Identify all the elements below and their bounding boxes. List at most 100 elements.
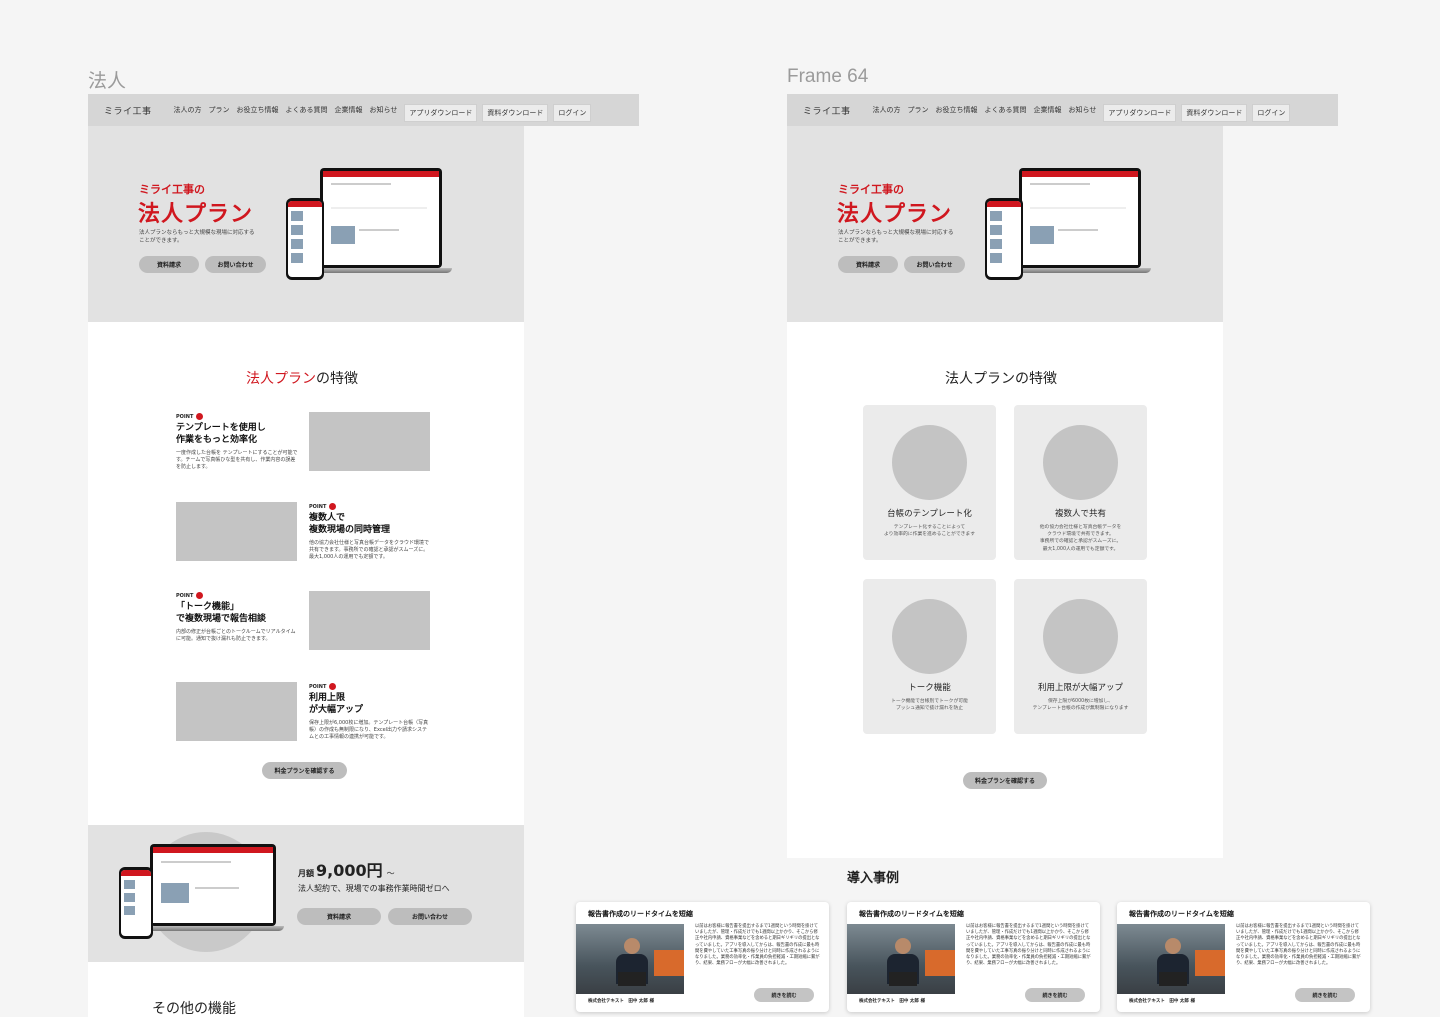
features-heading: 法人プランの特徴	[246, 371, 358, 387]
read-more-button[interactable]: 続きを読む	[1295, 988, 1355, 1002]
feature-card-title: 複数人で共有	[1054, 509, 1106, 519]
case-company: 株式会社テキスト 田中 太郎 様	[588, 999, 654, 1004]
feature-card-title: トーク機能	[908, 683, 951, 693]
other-features-heading: その他の機能	[152, 1001, 236, 1017]
brand-logo-2[interactable]: ミライ工事	[803, 104, 851, 117]
point-desc-limit: 保存上限が6,000枚に増加。テンプレート台帳（写真帳）の作成も無制限になり、E…	[309, 720, 429, 740]
app-download-button[interactable]: アプリダウンロード	[404, 104, 478, 122]
feature-image-placeholder	[1043, 425, 1118, 500]
point-desc-multi: 他の協力会社仕様と写真台帳データをクラウド環境で共有できます。事務所での確認と承…	[309, 540, 430, 560]
case-company: 株式会社テキスト 田中 太郎 様	[1129, 999, 1195, 1004]
point-label-3: POINT	[176, 592, 204, 599]
case-title: 報告書作成のリードタイムを短縮	[588, 910, 693, 918]
hero-description-2: 法人プランならもっと大規模な現場に対応することができます。	[838, 230, 954, 245]
nav-item-company[interactable]: 企業情報	[335, 105, 363, 115]
hero-subtitle-2: ミライ工事の	[838, 183, 904, 196]
login-button-2[interactable]: ログイン	[1252, 104, 1291, 122]
phone-mockup-small	[119, 867, 153, 939]
point-image-placeholder-1	[309, 412, 430, 471]
nav-item-plan-2[interactable]: プラン	[908, 105, 929, 115]
nav-item-faq-2[interactable]: よくある質問	[985, 105, 1027, 115]
hero-description: 法人プランならもっと大規模な現場に対応することができます。	[139, 230, 255, 245]
feature-image-placeholder	[892, 425, 967, 500]
read-more-button[interactable]: 続きを読む	[754, 988, 814, 1002]
check-pricing-button[interactable]: 料金プランを確認する	[262, 762, 347, 779]
price-line: 月額 9,000円 ～	[298, 857, 395, 881]
point-title-template: テンプレートを使用し 作業をもっと効率化	[176, 423, 266, 445]
feature-card-desc: 保存上限が6000枚に増加し、 テンプレート台帳の作成が無制限になります	[1032, 699, 1129, 712]
nav-item-news[interactable]: お知らせ	[370, 105, 398, 115]
phone-mockup-2	[985, 198, 1023, 280]
feature-card-desc: トーク機能で台帳別でトークが可能 プッシュ通知で抜け漏れを防止	[891, 699, 968, 712]
nav-item-faq[interactable]: よくある質問	[286, 105, 328, 115]
case-title: 報告書作成のリードタイムを短縮	[1129, 910, 1234, 918]
nav-item-corporate-2[interactable]: 法人の方	[873, 105, 901, 115]
feature-card-limit[interactable]: 利用上限が大幅アップ 保存上限が6000枚に増加し、 テンプレート台帳の作成が無…	[1014, 579, 1147, 734]
price-amount: 9,000円	[316, 861, 383, 880]
point-image-placeholder-4	[176, 682, 297, 741]
features-heading-2: 法人プランの特徴	[945, 371, 1057, 387]
case-text: 以前はお客様に報告書を提出するまで1週間という時間を掛けていましたが、管理・作成…	[695, 924, 820, 967]
app-download-button-2[interactable]: アプリダウンロード	[1103, 104, 1177, 122]
hero-section-2: ミライ工事の 法人プラン 法人プランならもっと大規模な現場に対応することができま…	[787, 126, 1223, 322]
contact-button[interactable]: お問い合わせ	[205, 256, 266, 273]
case-card[interactable]: 報告書作成のリードタイムを短縮 以前はお客様に報告書を提出するまで1週間という時…	[847, 902, 1100, 1012]
login-button[interactable]: ログイン	[553, 104, 592, 122]
navbar: ミライ工事 法人の方 プラン お役立ち情報 よくある質問 企業情報 お知らせ ア…	[88, 94, 639, 126]
point-desc-talk: 内部の修正が台帳ごとのトークルームでリアルタイムに可能。通知で抜け漏れも防止でき…	[176, 629, 296, 642]
case-text: 以前はお客様に報告書を提出するまで1週間という時間を掛けていましたが、管理・作成…	[966, 924, 1091, 967]
point-label-1: POINT	[176, 413, 204, 420]
case-photo	[576, 924, 684, 994]
check-pricing-button-2[interactable]: 料金プランを確認する	[963, 772, 1047, 789]
point-label-2: POINT	[309, 503, 337, 510]
feature-card-desc: テンプレート化することによって より効率的に作業を進めることができます	[883, 525, 976, 538]
read-more-button[interactable]: 続きを読む	[1025, 988, 1085, 1002]
frame-label-left: 法人	[88, 71, 127, 92]
point-title-multi: 複数人で 複数現場の同時管理	[309, 513, 391, 535]
page-body: ミライ工事の 法人プラン 法人プランならもっと大規模な現場に対応することができま…	[88, 126, 524, 1017]
nav-item-useful-info[interactable]: お役立ち情報	[237, 105, 279, 115]
case-text: 以前はお客様に報告書を提出するまで1週間という時間を掛けていましたが、管理・作成…	[1236, 924, 1361, 967]
feature-image-placeholder	[892, 599, 967, 674]
hero-section: ミライ工事の 法人プラン 法人プランならもっと大規模な現場に対応することができま…	[88, 126, 524, 322]
navbar-2: ミライ工事 法人の方 プラン お役立ち情報 よくある質問 企業情報 お知らせ ア…	[787, 94, 1338, 126]
case-company: 株式会社テキスト 田中 太郎 様	[859, 999, 925, 1004]
phone-mockup	[286, 198, 324, 280]
price-suffix: ～	[386, 869, 395, 878]
price-description: 法人契約で、現場での事務作業時間ゼロへ	[298, 884, 450, 893]
point-image-placeholder-2	[176, 502, 297, 561]
brand-logo[interactable]: ミライ工事	[104, 104, 152, 117]
page-body-2: ミライ工事の 法人プラン 法人プランならもっと大規模な現場に対応することができま…	[787, 126, 1223, 1017]
point-title-talk: 「トーク機能」 で複数現場で報告相談	[176, 602, 267, 624]
feature-card-title: 台帳のテンプレート化	[887, 509, 972, 519]
case-card[interactable]: 報告書作成のリードタイムを短縮 以前はお客様に報告書を提出するまで1週間という時…	[576, 902, 829, 1012]
frame-label-right: Frame 64	[787, 66, 869, 87]
point-image-placeholder-3	[309, 591, 430, 650]
nav-item-plan[interactable]: プラン	[209, 105, 230, 115]
request-docs-button-2[interactable]: 資料請求	[838, 256, 898, 273]
frame-64: ミライ工事 法人の方 プラン お役立ち情報 よくある質問 企業情報 お知らせ ア…	[787, 94, 1338, 1017]
feature-card-share[interactable]: 複数人で共有 他の協力会社仕様と写真台帳データを クラウド環境で共有できます。 …	[1014, 405, 1147, 560]
nav-item-useful-info-2[interactable]: お役立ち情報	[936, 105, 978, 115]
docs-download-button[interactable]: 資料ダウンロード	[482, 104, 549, 122]
point-desc-template: 一度作成した台帳を テンプレートにすることが可能です。チームで写真帳ひな型を共有…	[176, 450, 298, 470]
feature-image-placeholder	[1043, 599, 1118, 674]
price-request-docs-button[interactable]: 資料請求	[297, 908, 381, 925]
feature-card-talk[interactable]: トーク機能 トーク機能で台帳別でトークが可能 プッシュ通知で抜け漏れを防止	[863, 579, 996, 734]
nav-item-company-2[interactable]: 企業情報	[1034, 105, 1062, 115]
price-contact-button[interactable]: お問い合わせ	[388, 908, 472, 925]
point-title-limit: 利用上限 が大幅アップ	[309, 693, 364, 715]
contact-button-2[interactable]: お問い合わせ	[904, 256, 965, 273]
request-docs-button[interactable]: 資料請求	[139, 256, 199, 273]
feature-card-desc: 他の協力会社仕様と写真台帳データを クラウド環境で共有できます。 事務所での確認…	[1039, 525, 1122, 552]
nav-item-news-2[interactable]: お知らせ	[1069, 105, 1097, 115]
feature-card-template[interactable]: 台帳のテンプレート化 テンプレート化することによって より効率的に作業を進めるこ…	[863, 405, 996, 560]
feature-card-title: 利用上限が大幅アップ	[1037, 683, 1123, 693]
nav-item-corporate[interactable]: 法人の方	[174, 105, 202, 115]
design-canvas: 法人 ミライ工事 法人の方 プラン お役立ち情報 よくある質問 企業情報 お知ら…	[0, 0, 1440, 1017]
case-title: 報告書作成のリードタイムを短縮	[859, 910, 964, 918]
docs-download-button-2[interactable]: 資料ダウンロード	[1181, 104, 1248, 122]
case-card[interactable]: 報告書作成のリードタイムを短縮 以前はお客様に報告書を提出するまで1週間という時…	[1117, 902, 1370, 1012]
frame-corporate: ミライ工事 法人の方 プラン お役立ち情報 よくある質問 企業情報 お知らせ ア…	[88, 94, 639, 1017]
case-photo	[1117, 924, 1225, 994]
